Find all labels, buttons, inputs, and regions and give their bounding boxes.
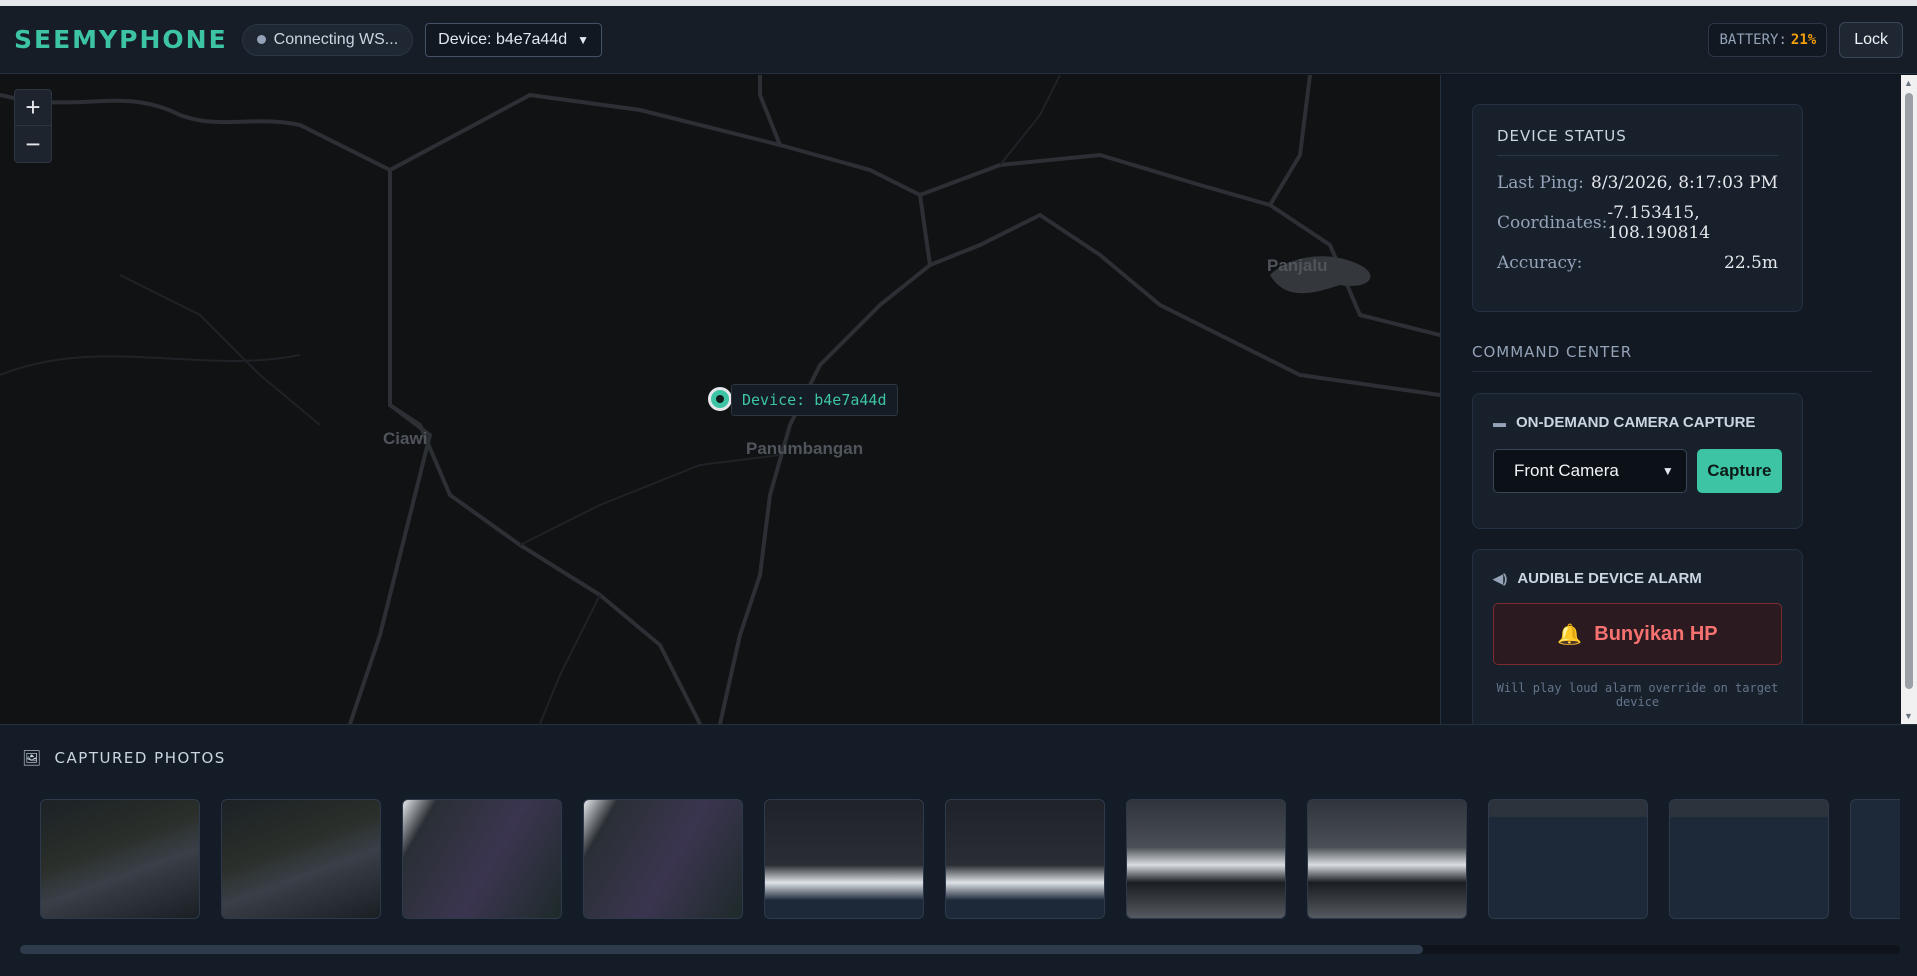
device-marker[interactable] bbox=[708, 387, 732, 411]
photo-thumbnail[interactable] bbox=[1126, 799, 1286, 919]
camera-capture-heading: ▬ On-demand camera capture bbox=[1493, 414, 1782, 431]
map-view[interactable]: + − Panjalu Ciawi Panumbangan Device: b4… bbox=[0, 75, 1440, 724]
camera-capture-card: ▬ On-demand camera capture Front Camera … bbox=[1472, 393, 1803, 529]
zoom-out-button[interactable]: − bbox=[15, 126, 51, 162]
chevron-down-icon: ▼ bbox=[1661, 464, 1674, 478]
command-center-title: COMMAND CENTER bbox=[1472, 343, 1633, 361]
coordinates-label: Coordinates: bbox=[1497, 213, 1608, 233]
place-label-panjalu: Panjalu bbox=[1267, 256, 1328, 275]
photo-thumbnail[interactable] bbox=[1307, 799, 1467, 919]
ws-status-pill: Connecting WS... bbox=[241, 23, 414, 56]
battery-indicator: BATTERY: 21% bbox=[1708, 22, 1828, 57]
photo-thumbnail[interactable] bbox=[583, 799, 743, 919]
zoom-control: + − bbox=[14, 89, 52, 163]
battery-value: 21% bbox=[1790, 31, 1817, 48]
photo-thumbnail[interactable] bbox=[1669, 799, 1829, 919]
ws-status-text: Connecting WS... bbox=[273, 30, 399, 48]
status-row-accuracy: Accuracy: 22.5m bbox=[1497, 250, 1778, 276]
ring-phone-label: Bunyikan HP bbox=[1594, 622, 1718, 645]
device-status-title: DEVICE STATUS bbox=[1497, 127, 1778, 156]
photo-thumbnail[interactable] bbox=[40, 799, 200, 919]
scrollbar-thumb[interactable] bbox=[1905, 93, 1913, 689]
ring-phone-button[interactable]: 🔔 Bunyikan HP bbox=[1493, 603, 1782, 665]
scroll-down-icon[interactable]: ▼ bbox=[1904, 711, 1913, 721]
alarm-heading: ◀) Audible device alarm bbox=[1493, 570, 1782, 587]
zoom-in-button[interactable]: + bbox=[15, 90, 51, 126]
camera-capture-title: On-demand camera capture bbox=[1516, 414, 1756, 431]
scroll-up-icon[interactable]: ▲ bbox=[1904, 78, 1913, 88]
device-select-value: Device: b4e7a44d bbox=[438, 30, 568, 48]
camera-select[interactable]: Front Camera ▼ bbox=[1493, 449, 1687, 493]
device-status-card: DEVICE STATUS Last Ping: 8/3/2026, 8:17:… bbox=[1472, 104, 1803, 312]
side-panel-scrollbar[interactable]: ▲ ▼ bbox=[1901, 75, 1917, 724]
captured-photos-heading: 🖼 CAPTURED PHOTOS bbox=[22, 749, 226, 767]
photo-thumbnail[interactable] bbox=[1488, 799, 1648, 919]
last-ping-value: 8/3/2026, 8:17:03 PM bbox=[1591, 173, 1778, 193]
captured-photos-panel: 🖼 CAPTURED PHOTOS bbox=[0, 724, 1917, 976]
status-row-coordinates: Coordinates: -7.153415, 108.190814 bbox=[1497, 203, 1778, 243]
side-panel: DEVICE STATUS Last Ping: 8/3/2026, 8:17:… bbox=[1440, 75, 1917, 724]
photo-thumbnail[interactable] bbox=[402, 799, 562, 919]
accuracy-label: Accuracy: bbox=[1497, 253, 1583, 273]
status-dot-icon bbox=[256, 35, 266, 44]
lock-button[interactable]: Lock bbox=[1839, 21, 1903, 58]
place-label-ciawi: Ciawi bbox=[383, 429, 428, 448]
alarm-title: Audible device alarm bbox=[1517, 570, 1702, 587]
speaker-icon: ◀) bbox=[1493, 570, 1508, 586]
photo-thumbnail[interactable] bbox=[221, 799, 381, 919]
place-label-panumbangan: Panumbangan bbox=[746, 439, 864, 458]
chevron-down-icon: ▼ bbox=[577, 32, 590, 47]
camera-select-value: Front Camera bbox=[1514, 461, 1619, 480]
status-row-last-ping: Last Ping: 8/3/2026, 8:17:03 PM bbox=[1497, 170, 1778, 196]
alarm-note: Will play loud alarm override on target … bbox=[1496, 681, 1779, 709]
last-ping-label: Last Ping: bbox=[1497, 173, 1584, 193]
device-marker-label: Device: b4e7a44d bbox=[731, 384, 898, 416]
divider bbox=[1472, 371, 1872, 372]
captured-photos-title: CAPTURED PHOTOS bbox=[54, 749, 226, 767]
photo-strip-scrollbar[interactable] bbox=[20, 945, 1900, 954]
image-icon: 🖼 bbox=[22, 749, 43, 767]
accuracy-value: 22.5m bbox=[1724, 253, 1778, 273]
coordinates-value: -7.153415, 108.190814 bbox=[1607, 203, 1711, 243]
battery-label: BATTERY: bbox=[1719, 31, 1787, 48]
bell-icon: 🔔 bbox=[1557, 623, 1583, 646]
photo-strip[interactable] bbox=[40, 799, 1900, 919]
app-header: SEEMYPHONE Connecting WS... Device: b4e7… bbox=[0, 6, 1917, 74]
photo-thumbnail[interactable] bbox=[764, 799, 924, 919]
camera-icon: ▬ bbox=[1493, 415, 1506, 430]
capture-button[interactable]: Capture bbox=[1696, 449, 1782, 493]
photo-thumbnail[interactable] bbox=[945, 799, 1105, 919]
scrollbar-thumb[interactable] bbox=[20, 945, 1423, 954]
device-select[interactable]: Device: b4e7a44d ▼ bbox=[425, 22, 603, 57]
photo-thumbnail[interactable] bbox=[1850, 799, 1900, 919]
brand-logo: SEEMYPHONE bbox=[14, 25, 228, 54]
alarm-card: ◀) Audible device alarm 🔔 Bunyikan HP Wi… bbox=[1472, 549, 1803, 724]
